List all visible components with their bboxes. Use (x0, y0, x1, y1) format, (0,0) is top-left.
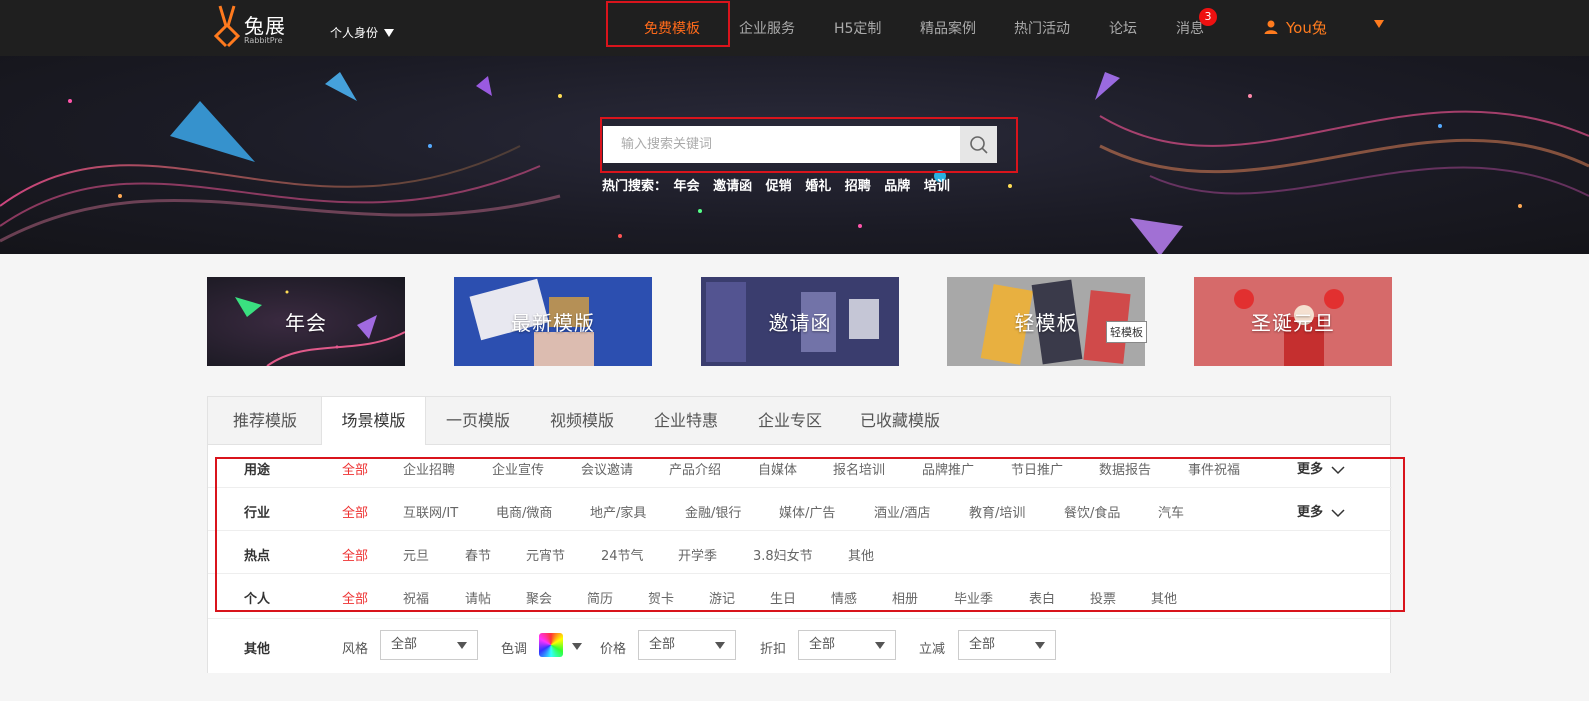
identity-label: 个人身份 (330, 26, 379, 40)
price-select-value: 全部 (649, 637, 676, 652)
template-tabs: 推荐模版 场景模版 一页模版 视频模版 企业特惠 企业专区 已收藏模版 (207, 396, 1391, 446)
discount-label: 折扣 (760, 642, 787, 657)
user-icon (1264, 20, 1278, 34)
style-select-value: 全部 (391, 637, 418, 652)
nav-enterprise-service[interactable]: 企业服务 (739, 18, 795, 38)
caret-down-icon (457, 642, 467, 649)
tab-single-page[interactable]: 一页模版 (426, 397, 530, 445)
hero-banner: 热门搜索： 年会 邀请函 促销 婚礼 招聘 品牌 培训 (0, 56, 1589, 254)
username: You兔 (1286, 19, 1327, 37)
color-caret-down-icon[interactable] (572, 643, 582, 650)
rabbit-logo-icon (213, 5, 241, 48)
user-menu[interactable]: You兔 (1264, 17, 1327, 38)
reduce-label: 立减 (919, 642, 946, 657)
price-label: 价格 (600, 642, 627, 657)
tab-video[interactable]: 视频模版 (530, 397, 634, 445)
nav-featured-cases[interactable]: 精品案例 (920, 18, 976, 38)
style-select[interactable]: 全部 (380, 630, 478, 660)
card-annual-meeting[interactable]: 年会 (207, 277, 405, 366)
hot-term-annual-meeting[interactable]: 年会 (674, 179, 700, 194)
hot-term-invitation[interactable]: 邀请函 (713, 179, 752, 194)
tooltip-light-templates: 轻模板 (1106, 321, 1147, 343)
card-label: 圣诞元旦 (1251, 311, 1335, 335)
card-christmas-new-year[interactable]: 圣诞元旦 (1194, 277, 1392, 366)
highlight-box-filters (215, 457, 1405, 612)
caret-down-icon (715, 642, 725, 649)
filter-row-other: 其他 风格 全部 色调 价格 全部 折扣 全部 立减 全部 (208, 618, 1392, 673)
nav-forum[interactable]: 论坛 (1109, 18, 1137, 38)
logo[interactable]: 兔展 RabbitPre (212, 4, 292, 50)
color-picker[interactable] (539, 633, 563, 657)
style-label: 风格 (342, 642, 369, 657)
tab-scene[interactable]: 场景模版 (321, 397, 426, 446)
discount-select-value: 全部 (809, 637, 836, 652)
logo-subtitle: RabbitPre (244, 36, 283, 45)
card-label: 邀请函 (768, 311, 832, 335)
tab-favorites[interactable]: 已收藏模版 (842, 397, 958, 445)
caret-down-icon (875, 642, 885, 649)
card-label: 轻模板 (1014, 311, 1078, 335)
nav-h5-custom[interactable]: H5定制 (834, 18, 881, 38)
discount-select[interactable]: 全部 (798, 630, 896, 660)
tab-enterprise-discount[interactable]: 企业特惠 (634, 397, 738, 445)
nav-hot-events[interactable]: 热门活动 (1014, 18, 1070, 38)
card-label: 年会 (285, 311, 327, 335)
hot-term-recruitment[interactable]: 招聘 (845, 179, 871, 194)
search-input[interactable] (603, 126, 960, 163)
logo-name: 兔展 (244, 14, 286, 38)
price-select[interactable]: 全部 (638, 630, 736, 660)
tab-enterprise-zone[interactable]: 企业专区 (738, 397, 842, 445)
user-caret-down-icon[interactable] (1374, 20, 1384, 28)
nav-free-templates[interactable]: 免费模板 (644, 18, 700, 38)
hot-term-promotion[interactable]: 促销 (766, 179, 792, 194)
hot-term-wedding[interactable]: 婚礼 (805, 179, 831, 194)
filter-label: 其他 (244, 642, 271, 657)
search-button[interactable] (960, 126, 997, 163)
hot-term-brand[interactable]: 品牌 (884, 179, 910, 194)
hot-search-label: 热门搜索： (602, 179, 668, 194)
hot-term-training[interactable]: 培训 (924, 179, 950, 194)
caret-down-icon (1035, 642, 1045, 649)
reduce-select-value: 全部 (969, 637, 996, 652)
message-count-badge: 3 (1199, 8, 1217, 26)
card-latest-templates[interactable]: 最新模版 (454, 277, 652, 366)
color-label: 色调 (501, 642, 528, 657)
identity-dropdown[interactable]: 个人身份 (330, 24, 395, 41)
card-label: 最新模版 (511, 311, 595, 335)
reduce-select[interactable]: 全部 (958, 630, 1056, 660)
top-navbar: 兔展 RabbitPre 个人身份 免费模板 企业服务 H5定制 精品案例 热门… (0, 0, 1589, 56)
hot-searches: 热门搜索： 年会 邀请函 促销 婚礼 招聘 品牌 培训 (602, 175, 959, 194)
search-icon (969, 135, 988, 154)
card-invitation[interactable]: 邀请函 (701, 277, 899, 366)
tab-recommended[interactable]: 推荐模版 (208, 397, 322, 445)
caret-down-icon (384, 29, 395, 37)
